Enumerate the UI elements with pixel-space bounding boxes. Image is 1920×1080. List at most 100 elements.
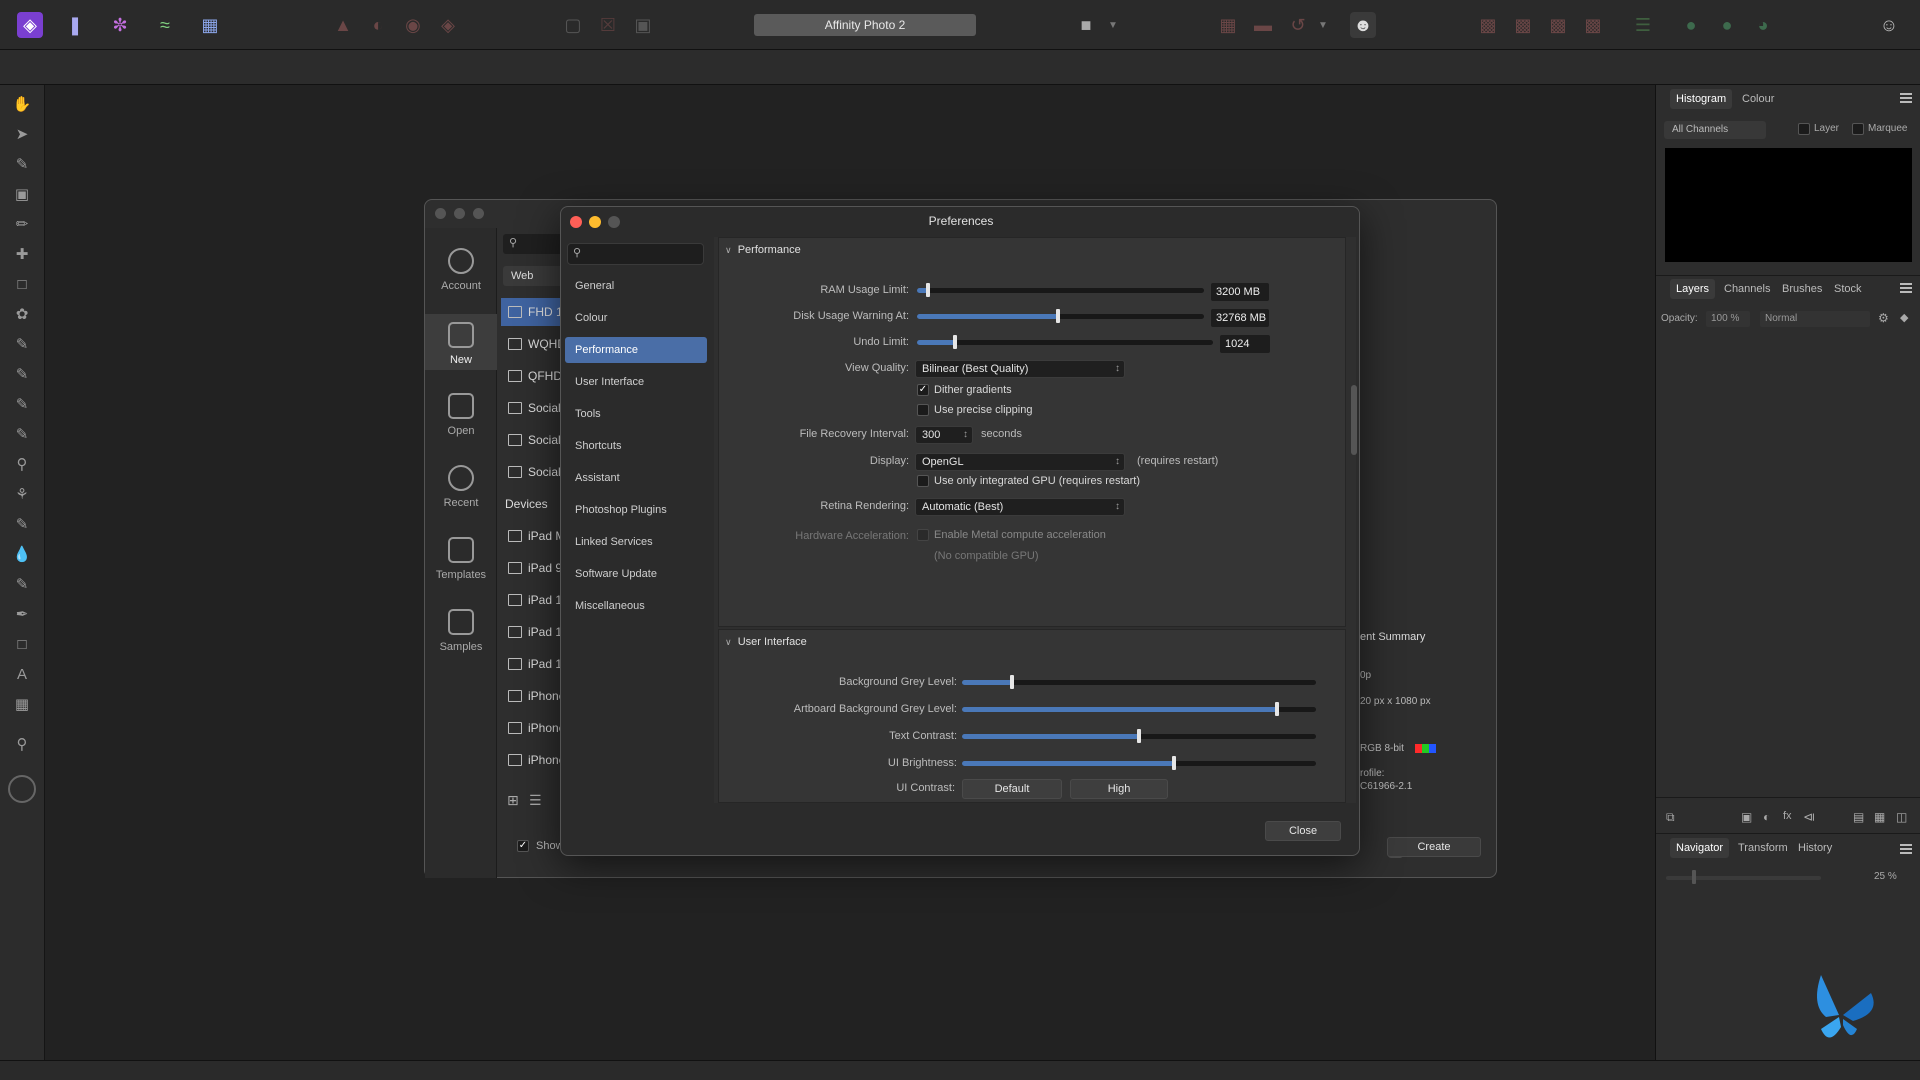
sidebar-item-recent[interactable]: Recent xyxy=(425,465,497,509)
group-folder-icon[interactable]: ▤ xyxy=(1853,810,1864,824)
selection-icon[interactable]: ▢ xyxy=(560,12,586,38)
integrated-gpu-checkbox[interactable] xyxy=(917,475,929,487)
nav-item-user-interface[interactable]: User Interface xyxy=(565,369,707,395)
straighten-icon[interactable]: ▬ xyxy=(1250,12,1276,38)
nav-item-miscellaneous[interactable]: Miscellaneous xyxy=(565,593,707,619)
blur-brush-icon[interactable]: 💧 xyxy=(12,545,32,565)
device-row[interactable]: iPad 12 xyxy=(501,650,563,678)
panel-menu-icon[interactable] xyxy=(1900,93,1912,103)
bg-grey-slider-knob[interactable] xyxy=(1009,675,1014,689)
content-scrollbar[interactable] xyxy=(1351,385,1357,455)
tab-stock[interactable]: Stock xyxy=(1828,279,1868,299)
show-checkbox[interactable]: ✓ xyxy=(517,840,529,852)
add-preset-icon[interactable]: ⊞ xyxy=(507,792,519,809)
tab-navigator[interactable]: Navigator xyxy=(1670,838,1730,858)
opacity-field[interactable]: 100 % xyxy=(1706,311,1750,327)
marquee-checkbox[interactable] xyxy=(1852,123,1864,135)
device-row[interactable]: iPhone xyxy=(501,714,563,742)
flood-select-icon[interactable]: ✿ xyxy=(12,305,32,325)
sidebar-item-samples[interactable]: Samples xyxy=(425,609,497,653)
preset-options-icon[interactable]: ☰ xyxy=(529,792,542,809)
sidebar-item-new[interactable]: New xyxy=(425,314,497,370)
lock-icon[interactable]: ◆ xyxy=(1900,311,1908,324)
ram-value-field[interactable]: 3200 MB xyxy=(1211,283,1269,301)
dither-gradients-checkbox[interactable]: ✓ xyxy=(917,384,929,396)
disk-slider[interactable] xyxy=(917,309,1204,323)
chevron-down-icon[interactable]: ▼ xyxy=(1310,12,1336,38)
pixel-tool-icon[interactable]: ✎ xyxy=(12,365,32,385)
category-select[interactable]: Web xyxy=(503,266,563,286)
nav-item-photoshop-plugins[interactable]: Photoshop Plugins xyxy=(565,497,707,523)
nav-item-shortcuts[interactable]: Shortcuts xyxy=(565,433,707,459)
undo-slider-knob[interactable] xyxy=(953,335,958,349)
device-row[interactable]: iPhone xyxy=(501,682,563,710)
add-pixel-layer-icon[interactable]: ▦ xyxy=(1874,810,1885,824)
zoom-slider[interactable] xyxy=(1666,876,1821,880)
window-minimize-icon[interactable] xyxy=(454,208,465,219)
precise-clipping-checkbox[interactable] xyxy=(917,404,929,416)
disk-slider-knob[interactable] xyxy=(1055,309,1060,323)
trash-icon[interactable]: ◫ xyxy=(1896,810,1907,824)
sidebar-item-open[interactable]: Open xyxy=(425,393,497,437)
arrange-forward-icon[interactable]: ▩ xyxy=(1510,12,1536,38)
pie-icon[interactable]: ◕ xyxy=(1750,12,1776,38)
ram-slider[interactable] xyxy=(917,283,1204,297)
device-row[interactable]: iPad 9. xyxy=(501,554,563,582)
nav-item-performance[interactable]: Performance xyxy=(565,337,707,363)
retina-select[interactable]: Automatic (Best) xyxy=(915,498,1125,516)
white-balance-icon[interactable]: ◈ xyxy=(435,12,461,38)
text-contrast-slider[interactable] xyxy=(962,729,1316,743)
close-button[interactable]: Close xyxy=(1265,821,1341,841)
text-tool-icon[interactable]: A xyxy=(12,665,32,685)
device-row[interactable]: iPad 11 xyxy=(501,618,563,646)
tab-colour[interactable]: Colour xyxy=(1736,89,1780,109)
device-row[interactable]: iPhone xyxy=(501,746,563,774)
artboard-grey-slider-knob[interactable] xyxy=(1275,702,1280,716)
affinity-photo-logo-icon[interactable]: ◈ xyxy=(17,12,43,38)
panel-menu-icon[interactable] xyxy=(1900,283,1912,293)
preset-row[interactable]: Social xyxy=(501,394,563,422)
dodge-brush-icon[interactable]: ✎ xyxy=(12,425,32,445)
user-interface-header[interactable]: ∨ User Interface xyxy=(725,636,807,648)
tab-histogram[interactable]: Histogram xyxy=(1670,89,1733,109)
crop-tool-icon[interactable]: ▣ xyxy=(12,185,32,205)
tab-layers[interactable]: Layers xyxy=(1670,279,1716,299)
brush-tool-icon[interactable]: ✏ xyxy=(12,215,32,235)
clone-brush-icon[interactable]: ⚘ xyxy=(12,485,32,505)
erase-brush-icon[interactable]: ✎ xyxy=(12,395,32,415)
nav-item-general[interactable]: General xyxy=(565,273,707,299)
fx-icon[interactable]: fx xyxy=(1783,810,1792,822)
marquee-tool-icon[interactable]: □ xyxy=(12,275,32,295)
tab-channels[interactable]: Channels xyxy=(1718,279,1776,299)
preset-row[interactable]: FHD 10 xyxy=(501,298,563,326)
zoom-slider-knob[interactable] xyxy=(1692,870,1696,884)
rectangle-tool-icon[interactable]: □ xyxy=(12,635,32,655)
live-filter-icon[interactable]: ⧏ xyxy=(1803,810,1815,824)
preset-row[interactable]: Social xyxy=(501,458,563,486)
develop-persona-icon[interactable]: ≈ xyxy=(152,12,178,38)
assistant-icon[interactable]: ☻ xyxy=(1350,12,1376,38)
create-button[interactable]: Create xyxy=(1387,837,1481,857)
window-zoom-icon[interactable] xyxy=(473,208,484,219)
bg-grey-slider[interactable] xyxy=(962,675,1316,689)
layer-checkbox[interactable] xyxy=(1798,123,1810,135)
contrast-high-button[interactable]: High xyxy=(1070,779,1168,799)
ui-brightness-slider[interactable] xyxy=(962,756,1316,770)
liquify-persona-icon[interactable]: ✼ xyxy=(107,12,133,38)
arrange-backward-icon[interactable]: ▩ xyxy=(1545,12,1571,38)
metal-acceleration-checkbox[interactable] xyxy=(917,529,929,541)
device-row[interactable]: iPad 10 xyxy=(501,586,563,614)
channels-select[interactable]: All Channels xyxy=(1664,121,1766,139)
deselect-icon[interactable]: ☒ xyxy=(595,12,621,38)
sidebar-item-templates[interactable]: Templates xyxy=(425,537,497,581)
layers-pages-icon[interactable]: ⧉ xyxy=(1666,810,1675,825)
undo-icon[interactable]: ↺ xyxy=(1285,12,1311,38)
zoom-lens-icon[interactable]: ⚲ xyxy=(12,455,32,475)
align-icon[interactable]: ☰ xyxy=(1630,12,1656,38)
undo-slider[interactable] xyxy=(917,335,1213,349)
display-select[interactable]: OpenGL xyxy=(915,453,1125,471)
healing-brush-icon[interactable]: ✎ xyxy=(12,515,32,535)
zoom-tool-icon[interactable]: ⚲ xyxy=(12,735,32,755)
selection-brush-icon[interactable]: ✚ xyxy=(12,245,32,265)
contrast-default-button[interactable]: Default xyxy=(962,779,1062,799)
